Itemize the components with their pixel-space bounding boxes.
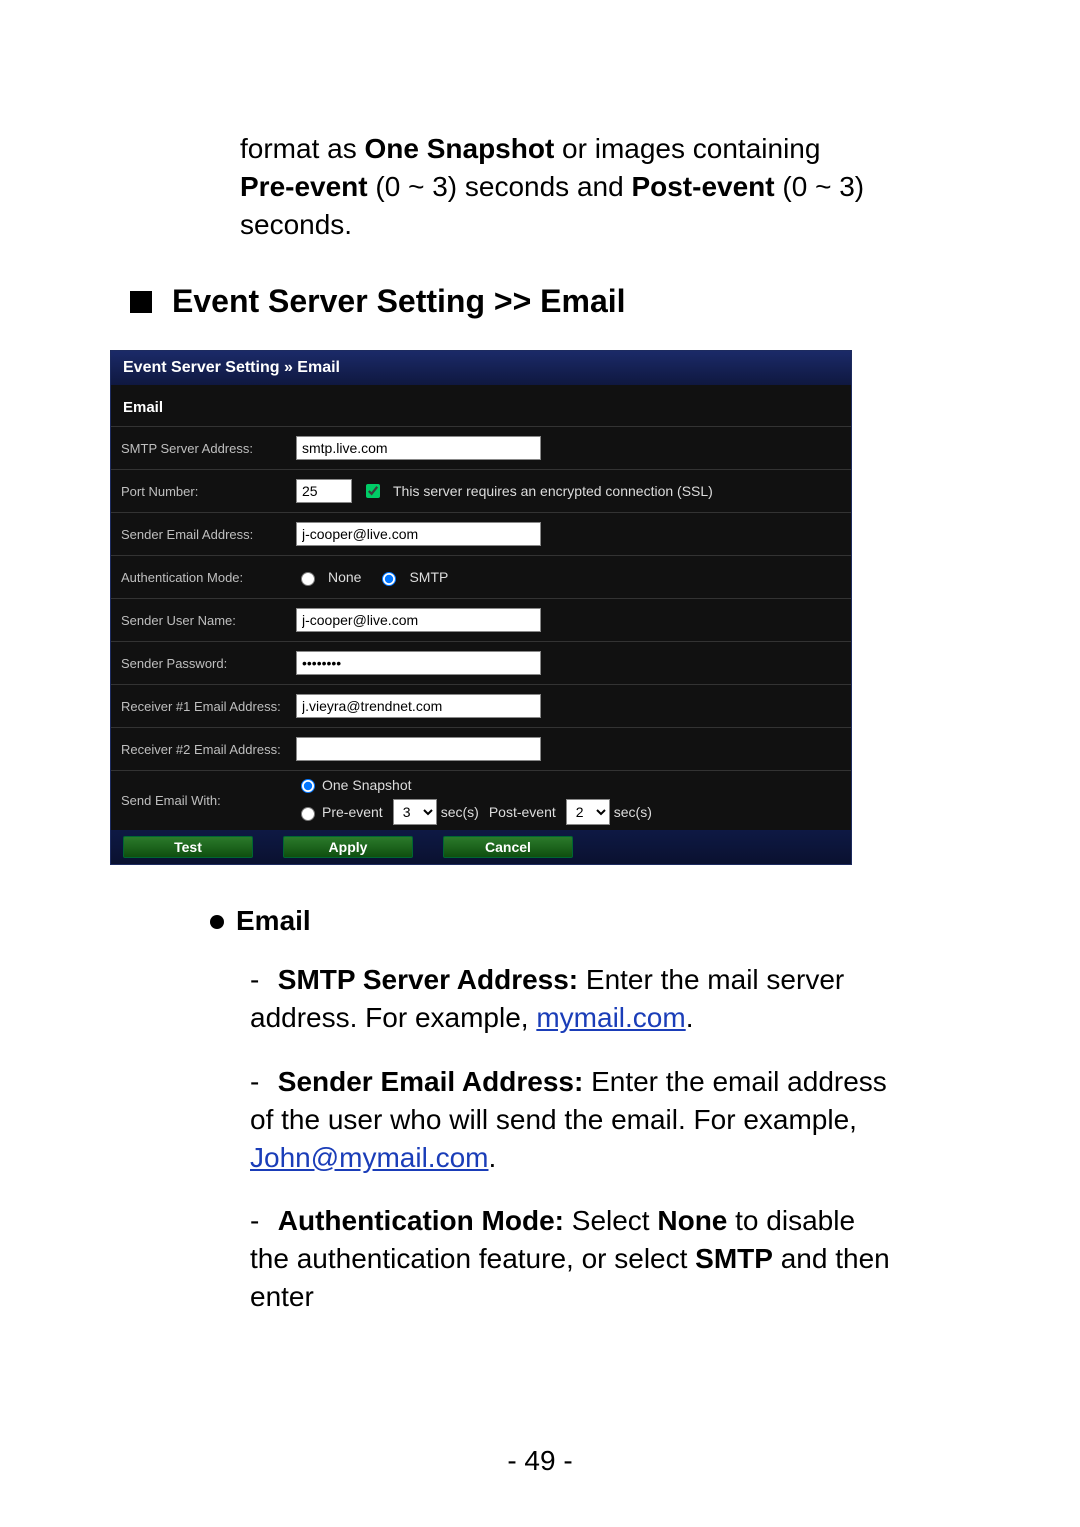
page-number: - 49 -	[0, 1445, 1080, 1477]
link-mymail[interactable]: mymail.com	[536, 1002, 685, 1033]
section-heading-text: Event Server Setting >> Email	[172, 283, 626, 320]
input-sender-email[interactable]	[296, 522, 541, 546]
label-one-snapshot: One Snapshot	[322, 777, 412, 793]
link-john-mymail[interactable]: John@mymail.com	[250, 1142, 488, 1173]
input-sender-username[interactable]	[296, 608, 541, 632]
label-auth-none: None	[328, 569, 361, 585]
label-receiver-2: Receiver #2 Email Address:	[121, 742, 286, 758]
row-port: Port Number: This server requires an enc…	[111, 469, 851, 512]
select-pre-event-secs[interactable]: 3	[393, 799, 437, 825]
email-config-panel: Event Server Setting » Email Email SMTP …	[110, 350, 852, 865]
panel-section-label: Email	[111, 385, 851, 426]
label-secs-1: sec(s)	[441, 804, 479, 820]
round-bullet-icon	[210, 915, 224, 929]
label-ssl: This server requires an encrypted connec…	[393, 483, 713, 499]
label-sender-pass: Sender Password:	[121, 656, 286, 672]
button-row: Test Apply Cancel	[111, 830, 851, 864]
desc-item-auth: - Authentication Mode: Select None to di…	[250, 1202, 890, 1315]
radio-one-snapshot[interactable]	[301, 779, 315, 793]
input-port-number[interactable]	[296, 479, 352, 503]
row-smtp: SMTP Server Address:	[111, 426, 851, 469]
input-smtp-server[interactable]	[296, 436, 541, 460]
desc-item-sender: - Sender Email Address: Enter the email …	[250, 1063, 890, 1176]
label-post-event: Post-event	[489, 804, 556, 820]
row-sender-addr: Sender Email Address:	[111, 512, 851, 555]
test-button[interactable]: Test	[123, 836, 253, 858]
section-heading: Event Server Setting >> Email	[130, 283, 970, 320]
radio-auth-none[interactable]	[301, 572, 315, 586]
label-pre-event: Pre-event	[322, 804, 383, 820]
row-receiver-1: Receiver #1 Email Address:	[111, 684, 851, 727]
label-sender-addr: Sender Email Address:	[121, 527, 286, 543]
label-secs-2: sec(s)	[614, 804, 652, 820]
input-receiver-2[interactable]	[296, 737, 541, 761]
row-auth-mode: Authentication Mode: None SMTP	[111, 555, 851, 598]
row-sender-user: Sender User Name:	[111, 598, 851, 641]
checkbox-ssl[interactable]	[366, 484, 380, 498]
radio-auth-smtp[interactable]	[382, 572, 396, 586]
desc-heading: Email	[236, 905, 311, 937]
input-receiver-1[interactable]	[296, 694, 541, 718]
radio-pre-post-event[interactable]	[301, 807, 315, 821]
label-smtp: SMTP Server Address:	[121, 441, 286, 457]
row-receiver-2: Receiver #2 Email Address:	[111, 727, 851, 770]
square-bullet-icon	[130, 291, 152, 313]
label-receiver-1: Receiver #1 Email Address:	[121, 699, 286, 715]
apply-button[interactable]: Apply	[283, 836, 413, 858]
label-auth-mode: Authentication Mode:	[121, 570, 286, 586]
description-block: Email - SMTP Server Address: Enter the m…	[210, 905, 970, 1315]
row-send-with: Send Email With: One Snapshot Pre-event …	[111, 770, 851, 830]
intro-paragraph: format as One Snapshot or images contain…	[240, 130, 880, 243]
label-auth-smtp: SMTP	[409, 569, 448, 585]
select-post-event-secs[interactable]: 2	[566, 799, 610, 825]
row-sender-pass: Sender Password:	[111, 641, 851, 684]
input-sender-password[interactable]	[296, 651, 541, 675]
label-sender-user: Sender User Name:	[121, 613, 286, 629]
label-send-with: Send Email With:	[121, 793, 286, 809]
panel-title: Event Server Setting » Email	[111, 351, 851, 385]
label-port: Port Number:	[121, 484, 286, 500]
desc-item-smtp: - SMTP Server Address: Enter the mail se…	[250, 961, 890, 1037]
cancel-button[interactable]: Cancel	[443, 836, 573, 858]
